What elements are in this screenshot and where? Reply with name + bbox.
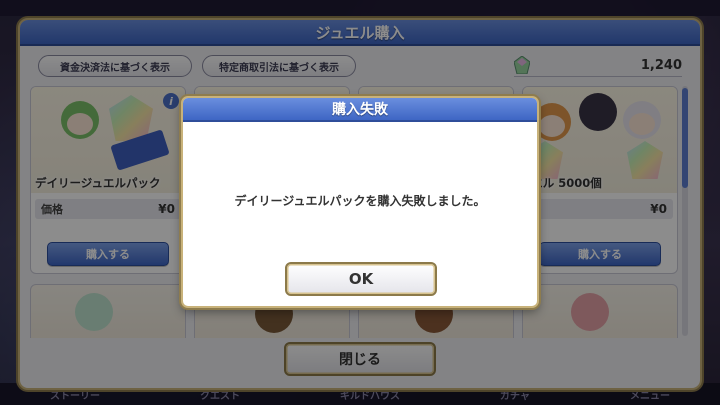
dialog-header: 購入失敗 [183,98,537,122]
dialog-title: 購入失敗 [332,102,388,118]
purchase-failed-dialog: 購入失敗 デイリージュエルパックを購入失敗しました。 OK [181,96,539,308]
dialog-message: デイリージュエルパックを購入失敗しました。 [234,194,486,208]
ok-button[interactable]: OK [285,262,437,296]
